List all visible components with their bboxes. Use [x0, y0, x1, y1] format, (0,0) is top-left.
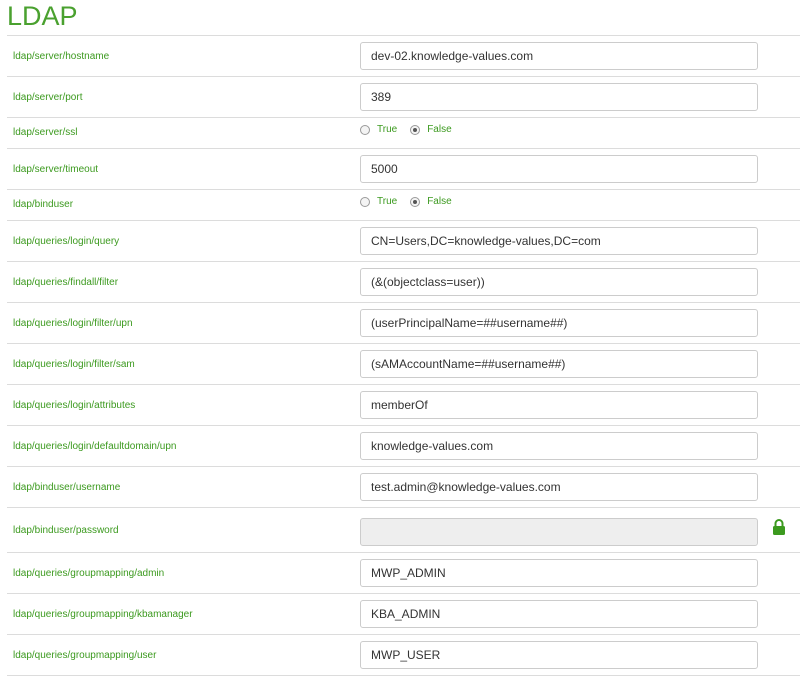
setting-row-timeout: ldap/server/timeout 5000: [7, 149, 800, 190]
setting-row-login-attributes: ldap/queries/login/attributes memberOf: [7, 385, 800, 426]
setting-row-filter-sam: ldap/queries/login/filter/sam (sAMAccoun…: [7, 344, 800, 385]
findall-filter-input[interactable]: (&(objectclass=user)): [360, 268, 758, 296]
setting-label: ldap/queries/login/attributes: [13, 400, 136, 411]
setting-label: ldap/server/port: [13, 92, 83, 103]
filter-upn-input[interactable]: (userPrincipalName=##username##): [360, 309, 758, 337]
setting-row-login-query: ldap/queries/login/query CN=Users,DC=kno…: [7, 221, 800, 262]
setting-label: ldap/server/hostname: [13, 51, 110, 62]
setting-label: ldap/queries/groupmapping/user: [13, 650, 157, 661]
groupmapping-user-input[interactable]: MWP_USER: [360, 641, 758, 669]
binduser-username-input[interactable]: test.admin@knowledge-values.com: [360, 473, 758, 501]
binduser-false-option[interactable]: False: [410, 196, 452, 208]
setting-label: ldap/queries/login/filter/upn: [13, 318, 133, 329]
setting-row-binduser-username: ldap/binduser/username test.admin@knowle…: [7, 467, 800, 508]
setting-row-filter-upn: ldap/queries/login/filter/upn (userPrinc…: [7, 303, 800, 344]
setting-row-groupmapping-kbamanager: ldap/queries/groupmapping/kbamanager KBA…: [7, 594, 800, 635]
port-input[interactable]: 389: [360, 83, 758, 111]
setting-row-port: ldap/server/port 389: [7, 77, 800, 118]
setting-row-defaultdomain-upn: ldap/queries/login/defaultdomain/upn kno…: [7, 426, 800, 467]
hostname-input[interactable]: dev-02.knowledge-values.com: [360, 42, 758, 70]
setting-row-findall-filter: ldap/queries/findall/filter (&(objectcla…: [7, 262, 800, 303]
login-attributes-input[interactable]: memberOf: [360, 391, 758, 419]
binduser-true-option[interactable]: True: [360, 196, 397, 208]
ssl-false-radio[interactable]: [410, 125, 421, 135]
ssl-false-option[interactable]: False: [410, 124, 452, 136]
binduser-radio-group: True False: [360, 196, 465, 208]
radio-label: False: [427, 196, 452, 207]
setting-label: ldap/binduser: [13, 199, 74, 210]
setting-row-ssl: ldap/server/ssl True False: [7, 118, 800, 149]
setting-label: ldap/server/ssl: [13, 127, 78, 138]
ssl-radio-group: True False: [360, 124, 465, 136]
login-query-input[interactable]: CN=Users,DC=knowledge-values,DC=com: [360, 227, 758, 255]
timeout-input[interactable]: 5000: [360, 155, 758, 183]
radio-label: True: [377, 196, 398, 207]
binduser-password-input[interactable]: [360, 518, 758, 546]
setting-row-groupmapping-user: ldap/queries/groupmapping/user MWP_USER: [7, 635, 800, 676]
setting-row-groupmapping-admin: ldap/queries/groupmapping/admin MWP_ADMI…: [7, 553, 800, 594]
setting-label: ldap/binduser/username: [13, 482, 121, 493]
setting-row-binduser: ldap/binduser True False: [7, 190, 800, 221]
setting-label: ldap/queries/login/query: [13, 236, 120, 247]
radio-label: False: [427, 124, 452, 135]
radio-label: True: [377, 124, 398, 135]
setting-label: ldap/server/timeout: [13, 164, 99, 175]
groupmapping-kbamanager-input[interactable]: KBA_ADMIN: [360, 600, 758, 628]
setting-row-binduser-password: ldap/binduser/password: [7, 508, 800, 553]
filter-sam-input[interactable]: (sAMAccountName=##username##): [360, 350, 758, 378]
ssl-true-radio[interactable]: [360, 125, 370, 135]
setting-label: ldap/binduser/password: [13, 525, 119, 536]
setting-label: ldap/queries/findall/filter: [13, 277, 119, 288]
lock-icon[interactable]: [772, 519, 786, 535]
page-title: LDAP: [7, 1, 78, 31]
setting-label: ldap/queries/groupmapping/admin: [13, 568, 165, 579]
defaultdomain-upn-input[interactable]: knowledge-values.com: [360, 432, 758, 460]
setting-label: ldap/queries/login/filter/sam: [13, 359, 135, 370]
setting-label: ldap/queries/groupmapping/kbamanager: [13, 609, 193, 620]
groupmapping-admin-input[interactable]: MWP_ADMIN: [360, 559, 758, 587]
binduser-false-radio[interactable]: [410, 197, 421, 207]
settings-table: ldap/server/hostname dev-02.knowledge-va…: [7, 35, 800, 676]
binduser-true-radio[interactable]: [360, 197, 370, 207]
ssl-true-option[interactable]: True: [360, 124, 397, 136]
setting-label: ldap/queries/login/defaultdomain/upn: [13, 441, 177, 452]
setting-row-hostname: ldap/server/hostname dev-02.knowledge-va…: [7, 36, 800, 77]
